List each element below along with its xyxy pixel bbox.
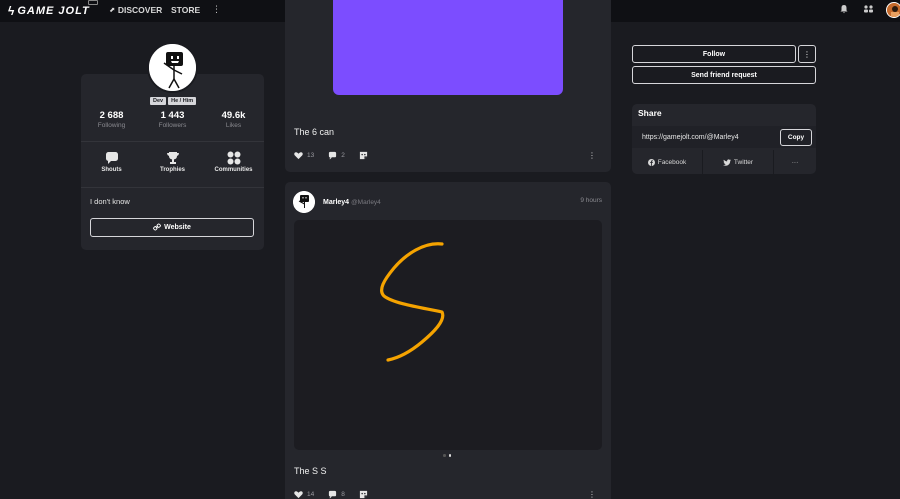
stat-label: Likes — [225, 122, 242, 129]
follow-button[interactable]: Follow — [632, 45, 796, 63]
s-drawing — [380, 242, 445, 362]
post-more-icon[interactable]: ⋮ — [588, 151, 596, 160]
like-count: 14 — [307, 491, 315, 498]
post-time: 9 hours — [580, 197, 602, 204]
post-title: The S S — [294, 466, 327, 476]
share-options: Facebook Twitter ··· — [632, 150, 816, 174]
carousel-dots — [443, 454, 451, 457]
action-communities[interactable]: Communities — [204, 151, 264, 173]
copy-button[interactable]: Copy — [780, 128, 812, 146]
profile-avatar[interactable] — [147, 42, 198, 93]
facebook-icon — [647, 158, 655, 166]
logo-text: GAME JOLT — [17, 5, 90, 17]
profile-tags: Dev He / Him — [150, 97, 197, 105]
post-actions: 13 2 — [294, 151, 382, 160]
bell-icon[interactable] — [838, 4, 850, 16]
stat-following[interactable]: 2 688 Following — [84, 110, 139, 129]
post-more-icon[interactable]: ⋮ — [588, 490, 596, 499]
sticker-icon — [359, 151, 367, 160]
twitter-label: Twitter — [733, 158, 754, 166]
share-facebook[interactable]: Facebook — [632, 150, 703, 174]
carousel-dot-active[interactable] — [448, 454, 451, 457]
nav-discover[interactable]: ⬈ DISCOVER — [109, 5, 162, 15]
stat-likes[interactable]: 49.6k Likes — [206, 110, 261, 129]
divider — [81, 187, 264, 188]
like-count: 13 — [307, 152, 315, 159]
profile-bio: I don't know — [90, 197, 130, 206]
post-title: The 6 can — [294, 127, 335, 137]
author-handle: @Marley4 — [351, 198, 381, 206]
stat-value: 1 443 — [160, 110, 185, 121]
tag-dev: Dev — [150, 97, 167, 105]
action-trophies[interactable]: Trophies — [143, 151, 203, 173]
comment-count: 2 — [341, 152, 345, 159]
stat-value: 2 688 — [99, 110, 124, 121]
stat-followers[interactable]: 1 443 Followers — [145, 110, 200, 129]
comment-button[interactable]: 2 — [328, 151, 345, 160]
share-twitter[interactable]: Twitter — [703, 150, 774, 174]
divider — [81, 141, 264, 142]
profile-actions: Shouts Trophies Communities — [81, 151, 264, 173]
author-avatar[interactable] — [293, 191, 315, 213]
stat-value: 49.6k — [221, 110, 246, 121]
stat-label: Following — [97, 122, 126, 129]
logo-badge — [88, 0, 98, 5]
comment-button[interactable]: 8 — [328, 490, 345, 499]
heart-icon — [294, 491, 303, 499]
like-button[interactable]: 14 — [294, 490, 314, 499]
profile-stats: 2 688 Following 1 443 Followers 49.6k Li… — [81, 110, 264, 129]
nav-discover-label: DISCOVER — [117, 5, 163, 15]
stat-label: Followers — [158, 122, 187, 129]
like-button[interactable]: 13 — [294, 151, 314, 160]
friends-icon[interactable] — [862, 4, 874, 16]
tag-pronouns: He / Him — [168, 97, 197, 105]
link-icon — [153, 223, 161, 233]
feed-post: Marley4 @Marley4 9 hours The S S 14 8 ⋮ — [285, 182, 611, 499]
heart-icon — [294, 152, 303, 160]
nav-store-label: STORE — [171, 5, 201, 15]
twitter-icon — [722, 158, 731, 166]
communities-icon — [227, 151, 241, 165]
sticker-button[interactable] — [359, 490, 368, 499]
share-title: Share — [638, 108, 662, 118]
action-label: Trophies — [159, 167, 185, 173]
nav-more-icon[interactable]: ⋮ — [212, 4, 221, 15]
post-image[interactable] — [333, 0, 563, 95]
speech-bubble-icon — [105, 151, 119, 165]
post-actions: 14 8 — [294, 490, 382, 499]
website-button[interactable]: Website — [90, 218, 254, 237]
post-image[interactable] — [294, 220, 602, 450]
share-url-row: https://gamejolt.com/@Marley4 Copy — [632, 126, 816, 148]
author-name[interactable]: Marley4 @Marley4 — [323, 199, 381, 206]
action-label: Communities — [214, 167, 253, 173]
comment-count: 8 — [341, 491, 345, 498]
trophy-icon — [166, 151, 180, 165]
share-more-icon: ··· — [791, 158, 799, 166]
user-avatar[interactable] — [886, 2, 900, 18]
author-display-name: Marley4 — [323, 198, 350, 206]
share-url[interactable]: https://gamejolt.com/@Marley4 — [642, 134, 780, 141]
share-more[interactable]: ··· — [774, 150, 816, 174]
comment-icon — [329, 490, 337, 499]
compass-icon: ⬈ — [109, 7, 115, 14]
gamejolt-logo[interactable]: ϟ GAME JOLT — [8, 0, 90, 22]
post-header: Marley4 @Marley4 — [293, 191, 381, 213]
sticker-icon — [359, 490, 367, 499]
carousel-dot[interactable] — [443, 454, 446, 457]
bolt-icon: ϟ — [8, 4, 15, 18]
share-card: Share https://gamejolt.com/@Marley4 Copy… — [632, 104, 816, 174]
send-friend-request-button[interactable]: Send friend request — [632, 66, 816, 84]
action-shouts[interactable]: Shouts — [82, 151, 142, 173]
sticker-button[interactable] — [359, 151, 368, 160]
more-options-icon[interactable]: ⋮ — [798, 45, 816, 63]
nav-store[interactable]: STORE — [171, 5, 200, 15]
comment-icon — [329, 151, 337, 160]
facebook-label: Facebook — [657, 158, 687, 166]
feed-post: The 6 can 13 2 ⋮ — [285, 0, 611, 172]
action-label: Shouts — [101, 167, 122, 173]
website-label: Website — [164, 224, 191, 231]
